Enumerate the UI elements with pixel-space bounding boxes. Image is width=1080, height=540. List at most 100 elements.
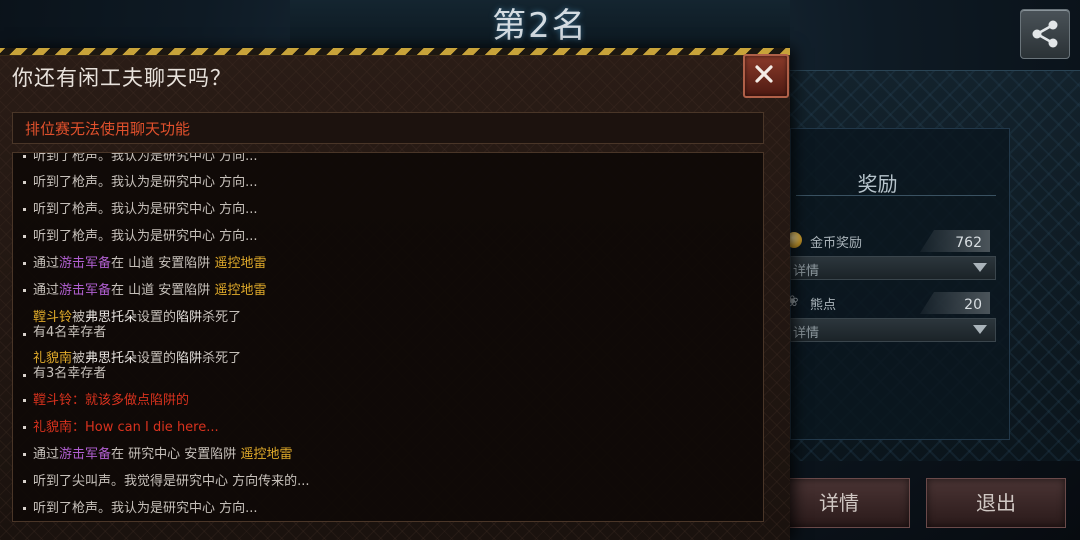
bullet-icon <box>23 208 26 211</box>
chat-text-segment: 听到了枪声。我认为是研究中心 方向... <box>33 202 258 217</box>
chat-text-segment: 听到了尖叫声。我觉得是研究中心 方向传来的... <box>33 474 310 489</box>
bullet-icon <box>23 235 26 238</box>
chat-message-text: 听到了枪声。我认为是研究中心 方向... <box>33 202 258 217</box>
reward-name: 熊点 <box>810 298 837 313</box>
rank-banner: 第2名 <box>290 0 790 50</box>
chat-text-segment: 游击军备 <box>59 447 112 462</box>
chat-disabled-notice: 排位赛无法使用聊天功能 <box>12 112 764 144</box>
bullet-icon <box>23 181 26 184</box>
chat-text-segment: 被 <box>72 310 86 325</box>
chat-message-text: 通过游击军备在 山道 安置陷阱 遥控地雷 <box>33 283 266 298</box>
chat-message: 通过游击军备在 山道 安置陷阱 遥控地雷 <box>23 283 266 298</box>
chat-disabled-text: 排位赛无法使用聊天功能 <box>25 120 191 138</box>
chat-modal: 你还有闲工夫聊天吗？ 排位赛无法使用聊天功能 听到了枪声。我认为是研究中心 方向… <box>0 48 790 540</box>
exit-button[interactable]: 退出 <box>926 478 1066 528</box>
chat-text-segment: 在 山道 安置陷阱 <box>111 283 215 298</box>
reward-value-box: 762 <box>920 230 990 252</box>
share-button[interactable] <box>1020 9 1070 59</box>
chat-text-segment: 杀死了 <box>202 351 242 366</box>
chat-text-segment: 听到了枪声。我认为是研究中心 方向... <box>33 175 258 190</box>
detail-dropdown-label: 详情 <box>793 326 820 341</box>
chat-message-text: 通过游击军备在 山道 安置陷阱 遥控地雷 <box>33 256 266 271</box>
chat-text-segment: 礼貌南 <box>33 351 73 366</box>
chat-text-segment: 陷阱 <box>176 310 203 325</box>
chat-text-segment: 听到了枪声。我认为是研究中心 方向... <box>33 152 258 164</box>
chat-text-segment: 弗思托朵 <box>85 310 138 325</box>
chat-message-text: 听到了枪声。我认为是研究中心 方向... <box>33 501 258 516</box>
reward-row-bear-points: ❀ 熊点 20 <box>786 290 1000 316</box>
chat-text-segment: 被 <box>72 351 86 366</box>
chat-message-text: 听到了尖叫声。我觉得是研究中心 方向传来的... <box>33 474 310 489</box>
game-screen: 第2名 奖励 金币奖励 762 详情 ❀ 熊点 20 详情 详情 退出 你还有闲… <box>0 0 1080 540</box>
chat-message: 通过游击军备在 研究中心 安置陷阱 遥控地雷 <box>23 447 292 462</box>
chat-text-segment: 游击军备 <box>59 256 112 271</box>
bullet-icon <box>23 289 26 292</box>
chat-message-text: 听到了枪声。我认为是研究中心 方向... <box>33 229 258 244</box>
share-icon <box>1032 20 1058 48</box>
chat-text-segment: 通过 <box>33 447 60 462</box>
close-button[interactable] <box>743 54 789 98</box>
chat-message: 听到了尖叫声。我觉得是研究中心 方向传来的... <box>23 474 310 489</box>
chat-text-segment: 礼貌南：How can I die here... <box>33 420 219 435</box>
detail-dropdown-label: 详情 <box>793 264 820 279</box>
chat-message-text: 鞺斗铃：就该多做点陷阱的 <box>33 393 189 408</box>
reward-name: 金币奖励 <box>810 236 863 251</box>
chat-message-text: 鞺斗铃被弗思托朵设置的陷阱杀死了 <box>23 310 241 325</box>
chat-message-text: 礼貌南被弗思托朵设置的陷阱杀死了 <box>23 351 241 366</box>
rank-title: 第2名 <box>492 6 588 46</box>
chat-message-text: 听到了枪声。我认为是研究中心 方向... <box>33 152 258 164</box>
chat-message: 听到了枪声。我认为是研究中心 方向... <box>23 202 258 217</box>
reward-title: 奖励 <box>857 172 898 196</box>
reward-divider <box>796 195 996 196</box>
chat-message: 听到了枪声。我认为是研究中心 方向... <box>23 175 258 190</box>
reward-detail-dropdown[interactable]: 详情 <box>790 318 996 342</box>
chat-message: 鞺斗铃被弗思托朵设置的陷阱杀死了 有4名幸存者 <box>23 310 241 340</box>
hazard-stripe-decoration <box>0 48 790 56</box>
reward-value: 762 <box>955 235 982 251</box>
chat-message-text: 听到了枪声。我认为是研究中心 方向... <box>33 175 258 190</box>
chat-message: 听到了枪声。我认为是研究中心 方向... <box>23 229 258 244</box>
chat-message: 听到了枪声。我认为是研究中心 方向... <box>23 152 258 164</box>
chat-message-text: 通过游击军备在 研究中心 安置陷阱 遥控地雷 <box>33 447 292 462</box>
reward-row-gold: 金币奖励 762 <box>786 228 1000 254</box>
chat-text-segment: 听到了枪声。我认为是研究中心 方向... <box>33 501 258 516</box>
chevron-down-icon <box>973 263 987 272</box>
close-icon <box>755 65 773 83</box>
bullet-icon <box>23 453 26 456</box>
chat-modal-title: 你还有闲工夫聊天吗？ <box>12 66 232 90</box>
bullet-icon <box>23 507 26 510</box>
bullet-icon <box>23 374 26 377</box>
chat-text-segment: 弗思托朵 <box>85 351 138 366</box>
chat-message: 鞺斗铃：就该多做点陷阱的 <box>23 393 189 408</box>
chat-text-segment: 通过 <box>33 256 60 271</box>
chat-text-segment: 鞺斗铃 <box>33 310 73 325</box>
chat-text-segment: 游击军备 <box>59 283 112 298</box>
chat-text-segment: 设置的 <box>137 310 177 325</box>
bullet-icon <box>23 426 26 429</box>
chat-text-segment: 听到了枪声。我认为是研究中心 方向... <box>33 229 258 244</box>
bullet-icon <box>23 399 26 402</box>
survivor-count-text: 有4名幸存者 <box>33 325 107 340</box>
chat-text-segment: 陷阱 <box>176 351 203 366</box>
chat-text-segment: 遥控地雷 <box>240 447 293 462</box>
bullet-icon <box>23 155 26 158</box>
bullet-icon <box>23 262 26 265</box>
chat-message: 礼貌南被弗思托朵设置的陷阱杀死了 有3名幸存者 <box>23 351 241 381</box>
chat-text-segment: 通过 <box>33 283 60 298</box>
chevron-down-icon <box>973 325 987 334</box>
chat-text-segment: 设置的 <box>137 351 177 366</box>
reward-value-box: 20 <box>920 292 990 314</box>
chat-message-text: 礼貌南：How can I die here... <box>33 420 219 435</box>
chat-text-segment: 遥控地雷 <box>214 283 267 298</box>
chat-message: 礼貌南：How can I die here... <box>23 420 219 435</box>
chat-text-segment: 在 山道 安置陷阱 <box>111 256 215 271</box>
survivor-count-text: 有3名幸存者 <box>33 366 107 381</box>
chat-text-segment: 遥控地雷 <box>214 256 267 271</box>
reward-value: 20 <box>964 297 982 313</box>
chat-text-segment: 杀死了 <box>202 310 242 325</box>
chat-message: 听到了枪声。我认为是研究中心 方向... <box>23 501 258 516</box>
reward-detail-dropdown[interactable]: 详情 <box>790 256 996 280</box>
bullet-icon <box>23 333 26 336</box>
chat-message: 通过游击军备在 山道 安置陷阱 遥控地雷 <box>23 256 266 271</box>
chat-log[interactable]: 听到了枪声。我认为是研究中心 方向... 听到了枪声。我认为是研究中心 方向...… <box>12 152 764 522</box>
